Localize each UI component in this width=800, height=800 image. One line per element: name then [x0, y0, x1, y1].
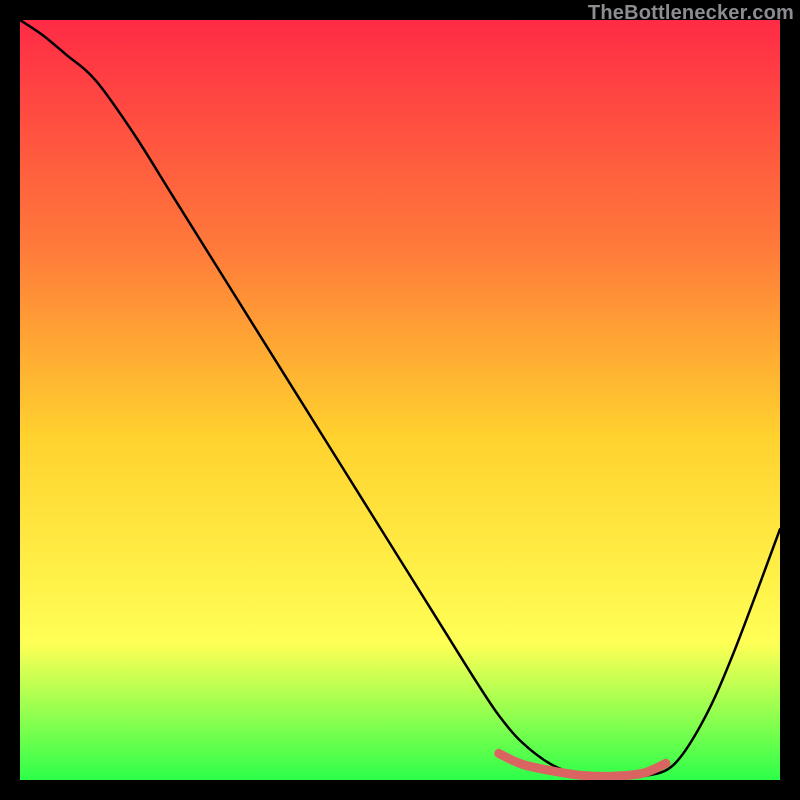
bottleneck-chart	[20, 20, 780, 780]
attribution-text: TheBottlenecker.com	[588, 2, 794, 25]
